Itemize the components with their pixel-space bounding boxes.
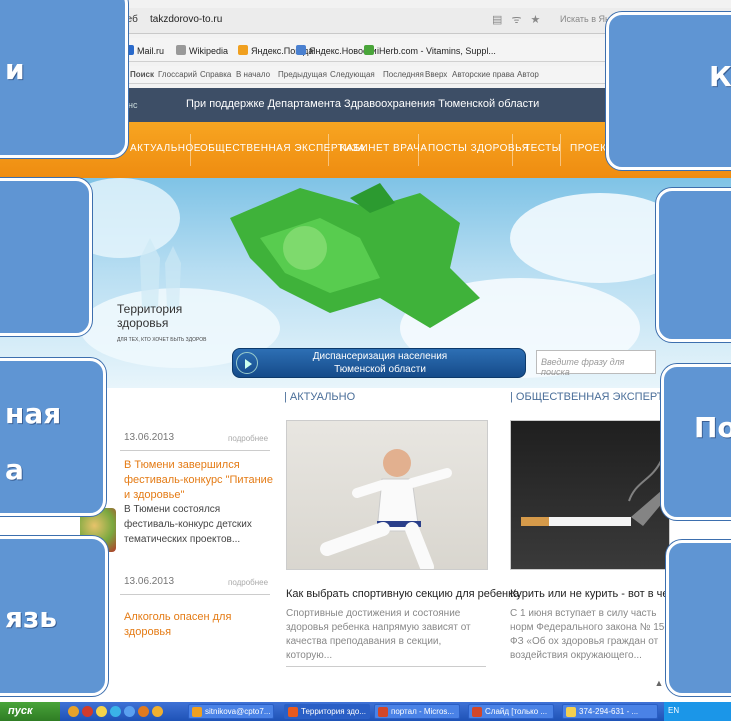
bookmark-iherb[interactable]: iHerb.com - Vitamins, Suppl... — [364, 45, 496, 56]
nav-divider — [560, 134, 561, 166]
overlay-box-right-2[interactable] — [656, 188, 731, 342]
mail-app-icon — [192, 707, 202, 717]
taskbar-item-slide[interactable]: Слайд [только ... — [468, 704, 554, 719]
taskbar-item-portal[interactable]: портал - Micros... — [374, 704, 460, 719]
menu-author[interactable]: Автор — [517, 70, 539, 79]
menu-up[interactable]: Вверх — [425, 70, 447, 79]
nav-divider — [328, 134, 329, 166]
taskbar-item-chat[interactable]: 374-294-631 - ... — [562, 704, 658, 719]
url-field[interactable]: takzdorovo-to.ru — [150, 14, 222, 25]
news-more-link[interactable]: подробнее — [228, 578, 268, 587]
quicklaunch-icon[interactable] — [138, 706, 149, 717]
cigarette-illustration — [521, 460, 669, 526]
menu-last[interactable]: Последняя — [383, 70, 424, 79]
wikipedia-icon — [176, 45, 186, 55]
dispensary-banner-button[interactable]: Диспансеризация населения Тюменской обла… — [232, 348, 526, 378]
article-text-smoking: С 1 июня вступает в силу часть норм Феде… — [510, 608, 668, 661]
nav-tests[interactable]: ТЕСТЫ — [524, 143, 561, 154]
site-logo-subtitle: ДЛЯ ТЕХ, КТО ХОЧЕТ БЫТЬ ЗДОРОВ — [117, 337, 207, 343]
menu-help[interactable]: Справка — [200, 70, 231, 79]
news-date: 13.06.2013 — [124, 432, 175, 443]
powerpoint-icon — [472, 707, 482, 717]
cigarette-photo[interactable] — [510, 420, 670, 570]
menu-copyright[interactable]: Авторские права — [452, 70, 514, 79]
rss-star-icons[interactable]: ▤ ᯤ ★ — [492, 12, 543, 27]
menu-previous[interactable]: Предыдущая — [278, 70, 327, 79]
weather-icon — [238, 45, 248, 55]
site-logo-title[interactable]: Территория здоровья — [117, 302, 182, 330]
overlay-box-left-3[interactable]: ная а — [0, 358, 106, 516]
system-tray: EN — [664, 702, 731, 721]
start-button[interactable]: пуск — [0, 702, 60, 721]
browser-app-icon — [288, 707, 298, 717]
chat-app-icon — [566, 707, 576, 717]
menu-home[interactable]: В начало — [236, 70, 270, 79]
nav-divider — [418, 134, 419, 166]
news-title-festival[interactable]: В Тюмени завершился фестиваль-конкурс "П… — [124, 458, 274, 503]
scroll-up-arrow[interactable]: ▲ — [652, 678, 666, 690]
taskbar-item-mail[interactable]: sitnikova@cpto7... — [188, 704, 274, 719]
quicklaunch-icon[interactable] — [110, 706, 121, 717]
taskbar-item-browser[interactable]: Территория здо... — [284, 704, 370, 719]
powerpoint-icon — [378, 707, 388, 717]
overlay-box-right-3[interactable]: По — [661, 364, 731, 520]
news-icon — [296, 45, 306, 55]
news-more-link[interactable]: подробнее — [228, 434, 268, 443]
news-title-alcohol[interactable]: Алкоголь опасен для здоровья — [124, 610, 274, 640]
article-title-smoking[interactable]: Курить или не курить - вот в чем во — [510, 588, 691, 600]
divider — [120, 450, 270, 451]
quicklaunch-icon[interactable] — [68, 706, 79, 717]
news-date: 13.06.2013 — [124, 576, 175, 587]
article-title-sport[interactable]: Как выбрать спортивную секцию для ребенк… — [286, 588, 519, 600]
site-search-input[interactable]: Введите фразу для поиска — [536, 350, 656, 377]
bookmark-mailru[interactable]: Mail.ru — [124, 45, 164, 56]
dispensary-line2: Тюменской области — [334, 364, 426, 375]
nav-health-posts[interactable]: ПОСТЫ ЗДОРОВЬЯ — [428, 143, 529, 154]
support-text: При поддержке Департамента Здравоохранен… — [186, 98, 540, 110]
menu-next[interactable]: Следующая — [330, 70, 375, 79]
quicklaunch-icon[interactable] — [124, 706, 135, 717]
quicklaunch-icon[interactable] — [82, 706, 93, 717]
news-text-festival: В Тюмени состоялся фестиваль-конкурс дет… — [124, 504, 252, 545]
tray-language[interactable]: EN — [668, 706, 679, 715]
bookmark-wikipedia[interactable]: Wikipedia — [176, 45, 228, 56]
overlay-box-left-1[interactable]: и — [0, 0, 128, 158]
dispensary-line1: Диспансеризация населения — [312, 351, 448, 362]
menu-search[interactable]: Поиск — [130, 70, 154, 79]
quicklaunch-icon[interactable] — [96, 706, 107, 717]
windows-taskbar: пуск sitnikova@cpto7... Территория здо..… — [0, 702, 731, 721]
nav-divider — [512, 134, 513, 166]
divider — [120, 594, 270, 595]
screen: Веб takzdorovo-to.ru ▤ ᯤ ★ Искать в Янде… — [0, 0, 731, 721]
nav-divider — [190, 134, 191, 166]
karate-kid-illustration — [320, 449, 452, 574]
overlay-box-right-4[interactable] — [666, 540, 731, 696]
overlay-box-right-1[interactable]: К — [606, 12, 731, 170]
section-heading-actual[interactable]: | АКТУАЛЬНО — [284, 391, 355, 403]
overlay-box-left-4[interactable]: язь — [0, 536, 108, 696]
content-area: 13.06.2013 подробнее В Тюмени завершился… — [0, 388, 731, 696]
article-text-sport: Спортивные достижения и состояние здоров… — [286, 608, 471, 661]
divider — [286, 666, 486, 667]
iherb-icon — [364, 45, 374, 55]
overlay-box-left-2[interactable] — [0, 178, 92, 336]
quicklaunch-icon[interactable] — [152, 706, 163, 717]
karate-kid-photo[interactable] — [286, 420, 488, 574]
menu-glossary[interactable]: Глоссарий — [158, 70, 197, 79]
section-heading-expertise[interactable]: | ОБЩЕСТВЕННАЯ ЭКСПЕРТИЗА — [510, 391, 685, 403]
nav-doctor[interactable]: КАБИНЕТ ВРАЧА — [340, 143, 427, 154]
